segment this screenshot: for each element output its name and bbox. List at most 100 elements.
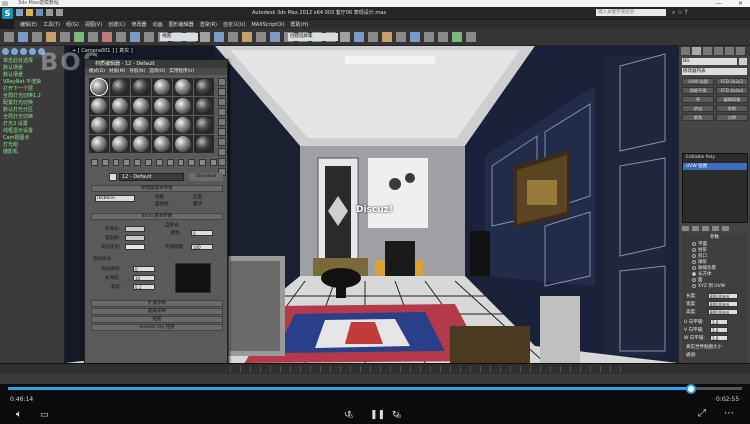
- create-tab-icon[interactable]: [681, 47, 690, 55]
- menu-item[interactable]: 组(G): [66, 21, 79, 28]
- sample-slot[interactable]: [110, 135, 130, 153]
- toolbar-tool-icon[interactable]: [368, 32, 378, 42]
- material-tool-icon[interactable]: [145, 159, 152, 166]
- screen-mode-icon[interactable]: ▭: [40, 409, 49, 421]
- modifier-button[interactable]: FFD 2x2x2: [716, 78, 748, 85]
- scene-list-item[interactable]: 全局灯光切换1,2: [0, 93, 64, 100]
- stack-item-uvw[interactable]: UVW 贴图: [683, 163, 747, 170]
- save-icon[interactable]: [36, 9, 43, 16]
- menu-item[interactable]: 修改器: [132, 21, 147, 28]
- settings-icon[interactable]: ⋯: [724, 408, 734, 420]
- progress-knob[interactable]: [685, 384, 696, 394]
- sample-slot[interactable]: [110, 78, 130, 96]
- width-spinner[interactable]: 800.0mm: [708, 301, 738, 307]
- material-tool-icon[interactable]: [188, 159, 196, 166]
- sample-slot[interactable]: [89, 97, 109, 115]
- menu-item[interactable]: 帮助(H): [291, 21, 309, 28]
- material-tool-icon[interactable]: [91, 159, 98, 166]
- sample-slot[interactable]: [131, 97, 151, 115]
- toolbar-tool-icon[interactable]: [74, 32, 84, 42]
- material-menu-item[interactable]: 实用程序(U): [169, 68, 194, 75]
- shader-basic-rollout[interactable]: 明暗器基本参数: [91, 185, 223, 192]
- toolbar-tool-icon[interactable]: [130, 32, 140, 42]
- toolbar-tool-icon[interactable]: [200, 32, 210, 42]
- material-side-tool-icon[interactable]: [218, 148, 226, 156]
- material-tool-icon[interactable]: [123, 159, 131, 166]
- utilities-tab-icon[interactable]: [736, 47, 745, 55]
- diffuse-color-swatch[interactable]: [125, 235, 145, 241]
- new-icon[interactable]: [16, 9, 23, 16]
- toolbar-tool-icon[interactable]: [354, 32, 364, 42]
- material-tool-icon[interactable]: [177, 159, 185, 166]
- filter-icon[interactable]: [20, 48, 27, 55]
- toolbar-tool-icon[interactable]: [452, 32, 462, 42]
- scene-list-item[interactable]: Cam视图点: [0, 135, 64, 142]
- configure-sets-icon[interactable]: [722, 226, 729, 231]
- sample-slot[interactable]: [194, 135, 214, 153]
- scene-list-item[interactable]: 全局灯光切换: [0, 114, 64, 121]
- toolbar-tool-icon[interactable]: [4, 32, 14, 42]
- menu-item[interactable]: 自定义(U): [223, 21, 246, 28]
- undo-icon[interactable]: [46, 9, 53, 16]
- filter-icon[interactable]: [29, 48, 36, 55]
- u-tile-spinner[interactable]: 1.0: [710, 319, 728, 325]
- search-input[interactable]: 键入关键字或短语: [596, 9, 666, 16]
- selection-set-dropdown[interactable]: 创建选择集: [288, 33, 338, 41]
- maps-rollout[interactable]: 贴图: [91, 316, 223, 323]
- material-side-tool-icon[interactable]: [218, 98, 226, 106]
- toolbar-tool-icon[interactable]: [438, 32, 448, 42]
- toolbar-tool-icon[interactable]: [410, 32, 420, 42]
- scene-list-item[interactable]: 灯光组: [0, 142, 64, 149]
- toolbar-tool-icon[interactable]: [256, 32, 266, 42]
- modifier-button[interactable]: 倒角: [682, 114, 714, 121]
- toolbar-tool-icon[interactable]: [102, 32, 112, 42]
- display-tab-icon[interactable]: [725, 47, 734, 55]
- open-icon[interactable]: [26, 9, 33, 16]
- pause-icon[interactable]: ❚❚: [370, 409, 385, 421]
- sample-slot[interactable]: [131, 78, 151, 96]
- volume-icon[interactable]: 🔈︎: [16, 409, 22, 421]
- sample-slot[interactable]: [110, 97, 130, 115]
- toolbar-tool-icon[interactable]: [60, 32, 70, 42]
- material-side-tool-icon[interactable]: [218, 88, 226, 96]
- material-side-tool-icon[interactable]: [218, 78, 226, 86]
- material-side-tool-icon[interactable]: [218, 118, 226, 126]
- modifier-button[interactable]: 挤出: [682, 105, 714, 112]
- modifier-button[interactable]: 编辑网格: [716, 96, 748, 103]
- material-tool-icon[interactable]: [112, 159, 120, 166]
- toolbar-tool-icon[interactable]: [340, 32, 350, 42]
- scene-list-item[interactable]: 线框显示设置: [0, 128, 64, 135]
- material-menu-item[interactable]: 选项(O): [149, 68, 165, 75]
- material-tool-icon[interactable]: [155, 159, 163, 166]
- toolbar-tool-icon[interactable]: [270, 32, 280, 42]
- material-menu-item[interactable]: 导航(N): [129, 68, 145, 75]
- w-tile-spinner[interactable]: 1.0: [710, 335, 728, 341]
- motion-tab-icon[interactable]: [714, 47, 723, 55]
- sample-slot[interactable]: [89, 78, 109, 96]
- real-world-checkbox[interactable]: 真实世界贴图大小: [686, 344, 722, 350]
- material-tool-icon[interactable]: [166, 159, 174, 166]
- sample-slot[interactable]: [194, 116, 214, 134]
- faceted-checkbox[interactable]: 面状: [193, 201, 202, 207]
- scene-list-item[interactable]: 灯光3 设置: [0, 121, 64, 128]
- scene-list-item[interactable]: 配置灯光切换: [0, 100, 64, 107]
- sample-slot[interactable]: [152, 78, 172, 96]
- ambient-color-swatch[interactable]: [125, 226, 145, 232]
- menu-item[interactable]: 工具(T): [43, 21, 60, 28]
- view-dropdown[interactable]: 视图: [160, 33, 198, 41]
- sample-slot[interactable]: [131, 116, 151, 134]
- material-side-tool-icon[interactable]: [218, 158, 226, 166]
- scene-list-item[interactable]: VRayNet 不渲染: [0, 79, 64, 86]
- menu-item[interactable]: 图形编辑器: [169, 21, 194, 28]
- menu-item[interactable]: MAXScript(X): [252, 22, 285, 28]
- sample-slot[interactable]: [173, 78, 193, 96]
- toolbar-tool-icon[interactable]: [144, 32, 154, 42]
- two-sided-checkbox[interactable]: 双面: [193, 194, 202, 200]
- material-side-tool-icon[interactable]: [218, 108, 226, 116]
- length-spinner[interactable]: 800.0mm: [708, 293, 738, 299]
- material-name-field[interactable]: 12 - Default: [119, 173, 184, 181]
- sample-slot[interactable]: [89, 116, 109, 134]
- sample-slot[interactable]: [173, 116, 193, 134]
- mental-ray-rollout[interactable]: mental ray 连接: [91, 324, 223, 331]
- fullscreen-icon[interactable]: ⤢: [698, 408, 706, 420]
